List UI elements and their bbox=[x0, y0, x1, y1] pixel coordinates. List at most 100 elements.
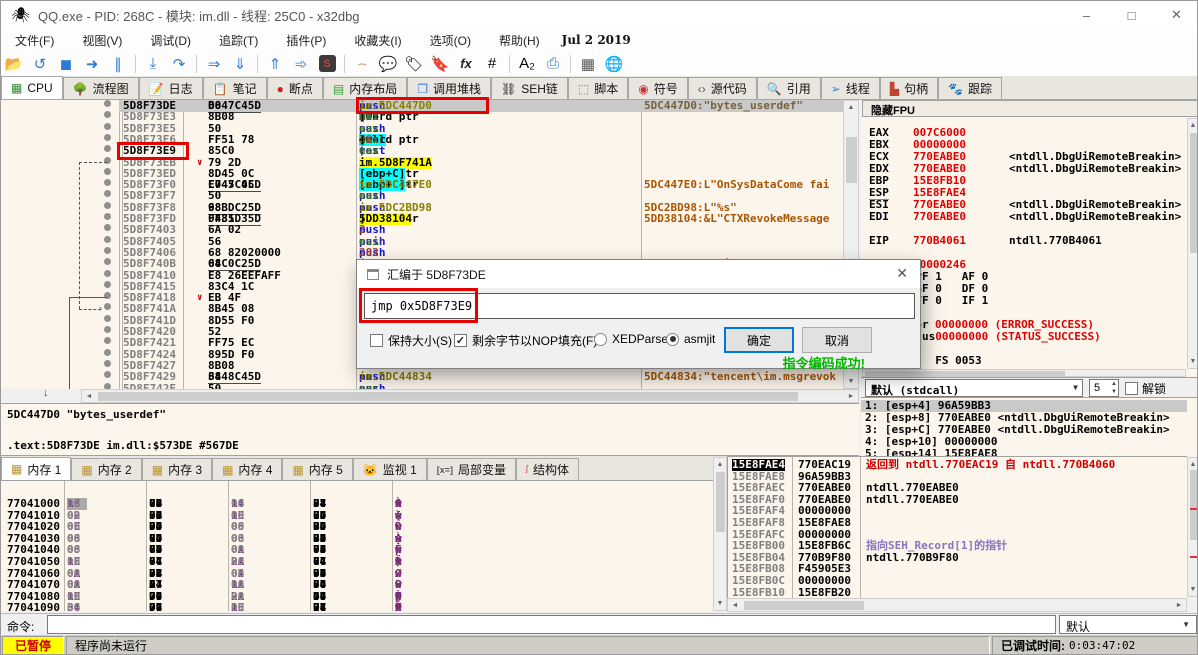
scroll-up-icon[interactable]: ▲ bbox=[1188, 119, 1197, 132]
memory-dump-pane[interactable]: 77041000 16 00 18 00 C0 8B 04 77 14 00 16 0… bbox=[1, 480, 713, 611]
toolbar-button[interactable]: 🔖 bbox=[428, 53, 452, 75]
toolbar-button[interactable]: ↷ bbox=[167, 53, 191, 75]
breakpoint-dot[interactable] bbox=[104, 314, 111, 322]
stack-row[interactable]: 15E8FB08 F45905E3 bbox=[728, 563, 1187, 575]
xedparse-radio[interactable] bbox=[594, 332, 607, 346]
scroll-thumb[interactable] bbox=[1190, 133, 1197, 253]
toolbar-button[interactable]: ⌢ bbox=[350, 53, 374, 75]
unlock-control[interactable]: 解锁 bbox=[1125, 380, 1166, 397]
register-value[interactable]: 00000000 (STATUS_SUCCESS) bbox=[935, 330, 1101, 343]
tab-SEH链[interactable]: ⛓ SEH链 bbox=[491, 77, 568, 99]
tab-引用[interactable]: 🔍 引用 bbox=[756, 77, 821, 99]
toolbar-button[interactable]: 🌐 bbox=[602, 53, 626, 75]
tab-断点[interactable]: ● 断点 bbox=[266, 77, 323, 99]
menu-item[interactable]: 选项(O) bbox=[416, 30, 485, 51]
dump-row[interactable]: 77041050 1C 00 1E 00 6C 84 04 77 2A 00 2C 0… bbox=[1, 556, 713, 568]
toolbar-button[interactable]: 🏷 bbox=[402, 53, 426, 75]
register-row[interactable]: EIP 770B4061 ntdll.770B4061 bbox=[869, 234, 1102, 247]
stepper-arrows-icon[interactable]: ▲ ▼ bbox=[1111, 380, 1117, 396]
command-input[interactable] bbox=[47, 615, 1056, 634]
toolbar-button[interactable]: ▦ bbox=[576, 53, 600, 75]
breakpoint-dot[interactable] bbox=[104, 122, 111, 130]
toolbar-button[interactable]: ⎙ bbox=[541, 53, 565, 75]
ok-button[interactable]: 确定 bbox=[724, 327, 794, 353]
toolbar-button[interactable]: fx bbox=[454, 53, 478, 75]
stack-pane[interactable]: 15E8FAE4 770EAC19 返回到 ntdll.770EAC19 自 ntd… bbox=[727, 456, 1187, 598]
scroll-thumb[interactable] bbox=[744, 601, 864, 610]
tab-内存 3[interactable]: ▦ 内存 3 bbox=[141, 458, 213, 480]
calling-convention-select[interactable]: 默认 (stdcall) ▼ bbox=[865, 379, 1083, 397]
tab-日志[interactable]: 📝 日志 bbox=[138, 77, 203, 99]
asmjit-radio[interactable] bbox=[666, 332, 679, 346]
menu-item[interactable]: 追踪(T) bbox=[205, 30, 272, 51]
breakpoint-dot[interactable] bbox=[104, 280, 111, 288]
dump-row[interactable]: 77041010 00 00 02 00 80 5B 04 77 0E 00 10 0… bbox=[1, 509, 713, 522]
breakpoint-dot[interactable] bbox=[104, 213, 111, 220]
tab-内存 1[interactable]: ▦ 内存 1 bbox=[1, 457, 72, 480]
breakpoint-dot[interactable] bbox=[104, 145, 111, 153]
breakpoint-dot[interactable] bbox=[104, 201, 111, 209]
stack-row[interactable]: 15E8FAF0 770EABE0 ntdll.770EABE0 bbox=[728, 493, 1187, 506]
toolbar-button[interactable]: ⇓ bbox=[228, 53, 252, 75]
menu-item[interactable]: 视图(V) bbox=[68, 30, 136, 51]
arg-count-stepper[interactable]: 5 ▲ ▼ bbox=[1089, 379, 1119, 397]
toolbar-button[interactable]: S bbox=[315, 53, 339, 75]
toolbar-button[interactable]: ⇒ bbox=[202, 53, 226, 75]
stack-row[interactable]: 15E8FAE4 770EAC19 返回到 ntdll.770EAC19 自 ntd… bbox=[728, 459, 1187, 471]
minimize-button[interactable]: – bbox=[1064, 1, 1109, 29]
stack-row[interactable]: 15E8FAF8 15E8FAE8 bbox=[728, 517, 1187, 529]
dump-row[interactable]: 77041090 34 00 36 00 0C D9 04 77 1E 00 20 0… bbox=[1, 602, 713, 611]
fill-nop-control[interactable]: ✓ 剩余字节以NOP填充(F) bbox=[454, 332, 597, 349]
tab-内存 5[interactable]: ▦ 内存 5 bbox=[282, 458, 353, 480]
dump-row[interactable]: 77041030 06 00 08 00 C0 8D 04 77 06 00 08 0… bbox=[1, 532, 713, 545]
tab-符号[interactable]: ◉ 符号 bbox=[628, 77, 688, 99]
breakpoint-dot[interactable] bbox=[104, 292, 111, 300]
tab-笔记[interactable]: 📋 笔记 bbox=[202, 77, 267, 99]
scroll-down-icon[interactable]: ▼ bbox=[1188, 583, 1197, 596]
scroll-right-icon[interactable]: ► bbox=[844, 390, 858, 403]
breakpoint-dot[interactable] bbox=[104, 179, 111, 187]
scroll-up-icon[interactable]: ▲ bbox=[844, 101, 858, 114]
disassembly-hscrollbar[interactable]: ◄ ► bbox=[81, 389, 859, 403]
tab-脚本[interactable]: ⬚ 脚本 bbox=[567, 77, 629, 99]
asmjit-control[interactable]: asmjit bbox=[666, 332, 715, 346]
assemble-instruction-input[interactable] bbox=[364, 293, 915, 319]
tab-流程图[interactable]: 🌳 流程图 bbox=[62, 77, 139, 99]
dump-row[interactable]: 77041080 1C 00 1E 00 70 D9 04 77 28 00 2A 0… bbox=[1, 590, 713, 603]
breakpoint-dot[interactable] bbox=[104, 111, 111, 119]
unlock-checkbox[interactable] bbox=[1125, 382, 1138, 395]
menu-item[interactable]: 帮助(H) bbox=[485, 30, 554, 51]
registers-vscrollbar[interactable]: ▲ ▼ bbox=[1187, 118, 1197, 369]
scroll-down-icon[interactable]: ▼ bbox=[844, 375, 858, 388]
breakpoint-dot[interactable] bbox=[104, 224, 111, 232]
keep-size-checkbox[interactable] bbox=[370, 334, 383, 347]
breakpoint-dot[interactable] bbox=[104, 269, 111, 277]
register-value[interactable]: 770B4061 bbox=[913, 234, 966, 247]
toolbar-button[interactable]: 💬 bbox=[376, 53, 400, 75]
toolbar-button[interactable]: ⤓ bbox=[141, 53, 165, 75]
stack-vscrollbar[interactable]: ▲ ▼ bbox=[1187, 457, 1197, 597]
toolbar-button[interactable]: ⇑ bbox=[263, 53, 287, 75]
hide-fpu-header[interactable]: 隐藏FPU bbox=[862, 100, 1197, 117]
dialog-close-button[interactable]: ✕ bbox=[896, 265, 908, 282]
dump-row[interactable]: 77041000 16 00 18 00 C0 8B 04 77 14 00 16 0… bbox=[1, 498, 713, 510]
tab-源代码[interactable]: ‹› 源代码 bbox=[687, 77, 757, 99]
breakpoint-dot[interactable] bbox=[104, 326, 111, 333]
breakpoint-dot[interactable] bbox=[104, 100, 111, 107]
tab-内存 4[interactable]: ▦ 内存 4 bbox=[212, 458, 283, 480]
scroll-up-icon[interactable]: ▲ bbox=[714, 458, 726, 471]
menu-item[interactable]: 插件(P) bbox=[272, 30, 340, 51]
breakpoint-dot[interactable] bbox=[104, 133, 111, 141]
tab-局部变量[interactable]: [x=] 局部变量 bbox=[426, 458, 517, 480]
toolbar-button[interactable]: 📂 bbox=[2, 53, 26, 75]
breakpoint-dot[interactable] bbox=[104, 371, 111, 379]
register-value[interactable]: 770EABE0 bbox=[913, 210, 966, 223]
scroll-down-icon[interactable]: ▼ bbox=[1188, 355, 1197, 368]
toolbar-button[interactable]: A₂ bbox=[515, 53, 539, 75]
tab-内存 2[interactable]: ▦ 内存 2 bbox=[71, 458, 142, 480]
breakpoint-dot[interactable] bbox=[104, 246, 111, 254]
toolbar-button[interactable]: ∥ bbox=[106, 53, 130, 75]
dialog-title-bar[interactable]: 汇编于 5D8F73DE ✕ bbox=[357, 260, 920, 288]
tab-CPU[interactable]: ▦ CPU bbox=[1, 76, 63, 99]
toolbar-button[interactable]: ➾ bbox=[289, 53, 313, 75]
